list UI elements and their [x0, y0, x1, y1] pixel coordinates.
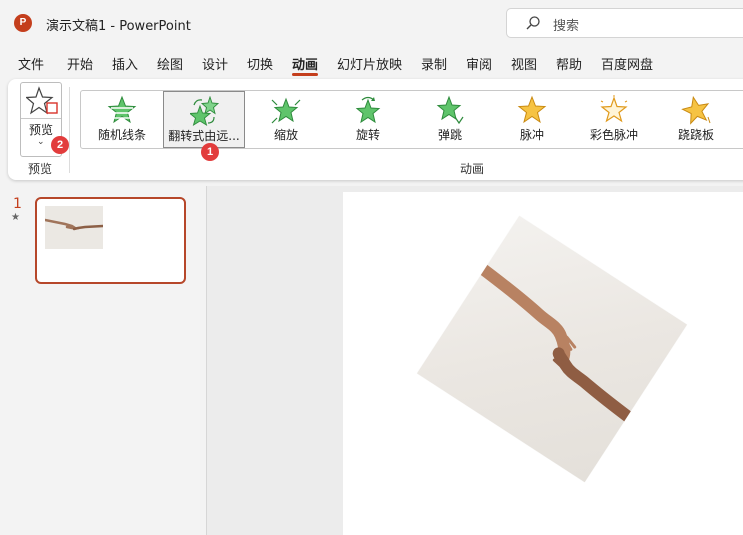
- tab-insert[interactable]: 插入: [112, 54, 138, 73]
- tab-view[interactable]: 视图: [511, 54, 537, 73]
- tab-draw[interactable]: 绘图: [157, 54, 183, 73]
- animation-flip[interactable]: 翻转式由远...: [163, 91, 245, 148]
- tab-record[interactable]: 录制: [421, 54, 447, 73]
- search-placeholder: 搜索: [553, 19, 580, 34]
- chevron-down-icon[interactable]: ⌄: [37, 137, 45, 147]
- animation-label: 跷跷板: [677, 128, 714, 142]
- powerpoint-app-icon: P: [14, 14, 32, 32]
- animation-group-label: 动画: [460, 162, 485, 176]
- bounce-icon: [436, 95, 464, 125]
- search-box[interactable]: 搜索: [506, 8, 743, 38]
- random-bars-icon: [107, 95, 137, 124]
- window-title: 演示文稿1 - PowerPoint: [46, 19, 191, 34]
- slide-thumbnail[interactable]: [35, 197, 186, 284]
- callout-badge-1: 1: [201, 143, 219, 161]
- animation-gallery: 随机线条 翻转式由远... 缩放 旋转 弹跳 脉冲 彩色脉冲 跷跷板: [80, 90, 743, 149]
- animation-random-bars[interactable]: 随机线条: [81, 91, 163, 148]
- preview-star-icon: [26, 86, 58, 115]
- tab-transitions[interactable]: 切换: [247, 54, 273, 73]
- search-icon: [526, 16, 540, 30]
- tab-file[interactable]: 文件: [18, 54, 44, 73]
- color-pulse-icon: [600, 95, 628, 123]
- tab-home[interactable]: 开始: [67, 54, 93, 73]
- tab-baidu-netdisk[interactable]: 百度网盘: [601, 54, 653, 73]
- animation-label: 缩放: [273, 128, 298, 142]
- spin-icon: [355, 96, 381, 124]
- active-tab-indicator: [292, 73, 318, 76]
- animation-color-pulse[interactable]: 彩色脉冲: [573, 91, 655, 148]
- hands-image: [45, 206, 103, 249]
- animation-label: 弹跳: [437, 128, 462, 142]
- slide-number: 1: [13, 196, 22, 212]
- animation-spin[interactable]: 旋转: [327, 91, 409, 148]
- tab-design[interactable]: 设计: [202, 54, 228, 73]
- preview-button-top[interactable]: [21, 83, 61, 119]
- group-divider: [69, 87, 70, 173]
- preview-group-label: 预览: [28, 162, 53, 176]
- callout-badge-2: 2: [51, 136, 69, 154]
- animation-teeter[interactable]: 跷跷板: [655, 91, 737, 148]
- animation-marker-icon: ★: [11, 212, 20, 223]
- tab-review[interactable]: 审阅: [466, 54, 492, 73]
- pulse-icon: [517, 95, 547, 124]
- animation-label: 随机线条: [97, 128, 146, 142]
- title-bar: P 演示文稿1 - PowerPoint 搜索: [0, 0, 743, 46]
- animation-label: 彩色脉冲: [589, 128, 638, 142]
- slide-thumbnail-image: [45, 206, 103, 249]
- teeter-icon: [681, 95, 711, 125]
- animation-label: 旋转: [355, 128, 380, 142]
- ribbon-tabs: 文件 开始 插入 绘图 设计 切换 动画 幻灯片放映 录制 审阅 视图 帮助 百…: [0, 50, 743, 76]
- animation-bounce[interactable]: 弹跳: [409, 91, 491, 148]
- flip-icon: [190, 96, 220, 126]
- animation-label: 脉冲: [519, 128, 544, 142]
- animation-zoom[interactable]: 缩放: [245, 91, 327, 148]
- tab-slide-show[interactable]: 幻灯片放映: [337, 54, 402, 73]
- animation-label: 翻转式由远...: [168, 129, 240, 143]
- preview-label: 预览: [28, 123, 53, 137]
- zoom-icon: [271, 97, 301, 124]
- animation-pulse[interactable]: 脉冲: [491, 91, 573, 148]
- ribbon: 预览 ⌄ 预览 随机线条 翻转式由远... 缩放 旋转 弹跳 脉冲 彩色脉冲 跷…: [8, 79, 743, 180]
- tab-help[interactable]: 帮助: [556, 54, 582, 73]
- tab-animations[interactable]: 动画: [292, 54, 318, 73]
